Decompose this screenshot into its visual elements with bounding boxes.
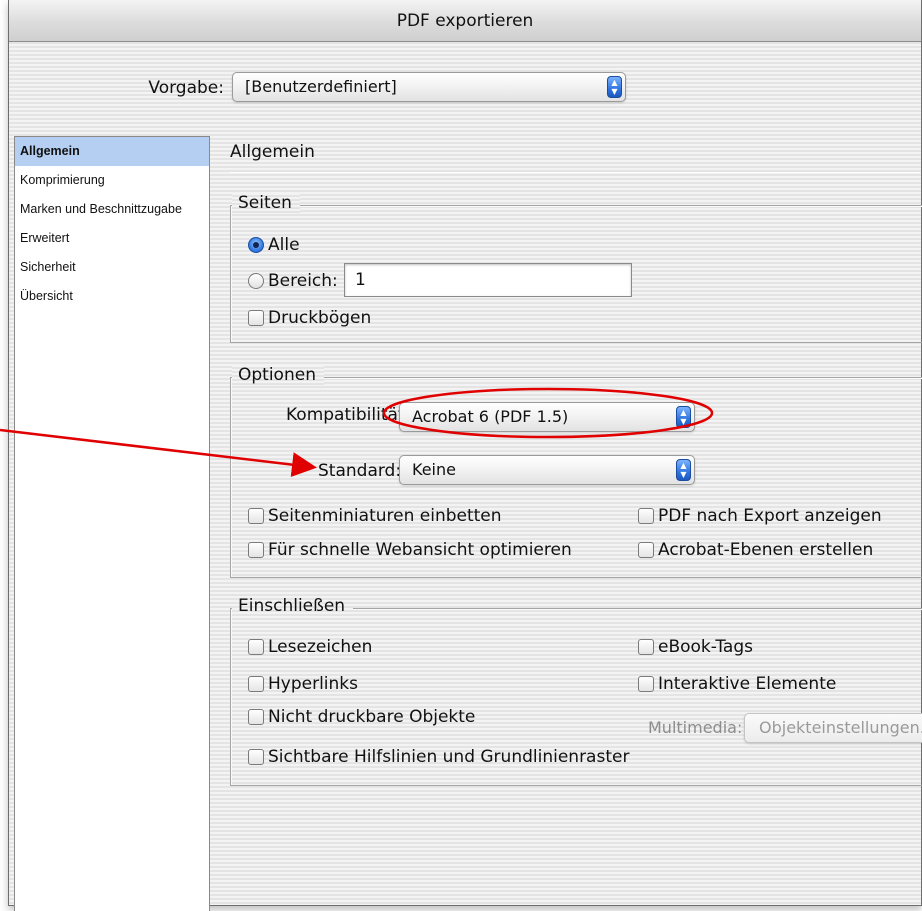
fast-web-view-checkbox[interactable]: Für schnelle Webansicht optimieren <box>248 540 572 560</box>
guides-checkbox[interactable]: Sichtbare Hilfslinien und Grundlinienras… <box>248 747 629 767</box>
sidebar-item-allgemein[interactable]: Allgemein <box>15 137 209 166</box>
ebook-tags-label: eBook-Tags <box>658 637 753 657</box>
bookmarks-label: Lesezeichen <box>268 637 373 657</box>
preset-select[interactable]: [Benutzerdefiniert] ▲ ▼ <box>232 72 626 102</box>
acrobat-layers-checkbox[interactable]: Acrobat-Ebenen erstellen <box>638 540 873 560</box>
sidebar-item-sicherheit[interactable]: Sicherheit <box>15 253 209 282</box>
fast-web-view-label: Für schnelle Webansicht optimieren <box>268 540 572 560</box>
guides-label: Sichtbare Hilfslinien und Grundlinienras… <box>268 747 630 767</box>
page-title: Allgemein <box>230 142 315 162</box>
title-divider <box>230 172 920 173</box>
sidebar-item-komprimierung[interactable]: Komprimierung <box>15 166 209 195</box>
popup-arrows-icon: ▲ ▼ <box>676 459 691 481</box>
all-pages-label: Alle <box>268 235 300 255</box>
all-pages-radio[interactable]: Alle <box>248 235 300 255</box>
hyperlinks-label: Hyperlinks <box>268 674 359 694</box>
preset-label: Vorgabe: <box>148 78 224 98</box>
non-printing-checkbox[interactable]: Nicht druckbare Objekte <box>248 707 475 727</box>
checkbox-icon <box>248 709 264 725</box>
preset-value: [Benutzerdefiniert] <box>245 77 397 96</box>
non-printing-label: Nicht druckbare Objekte <box>268 707 476 727</box>
acrobat-layers-label: Acrobat-Ebenen erstellen <box>658 540 874 560</box>
checkbox-icon <box>638 676 654 692</box>
category-sidebar: Allgemein Komprimierung Marken und Besch… <box>14 136 210 911</box>
range-input[interactable]: 1 <box>344 263 632 297</box>
spreads-label: Druckbögen <box>268 308 372 328</box>
checkbox-icon <box>248 508 264 524</box>
checkbox-icon <box>638 639 654 655</box>
sidebar-item-uebersicht[interactable]: Übersicht <box>15 282 209 311</box>
sidebar-item-erweitert[interactable]: Erweitert <box>15 224 209 253</box>
radio-icon <box>248 273 264 289</box>
checkbox-icon <box>638 542 654 558</box>
standard-value: Keine <box>412 460 456 479</box>
compatibility-label: Kompatibilität: <box>286 405 411 425</box>
multimedia-label: Multimedia: <box>648 718 743 737</box>
interactive-elements-checkbox[interactable]: Interaktive Elemente <box>638 674 836 694</box>
spreads-checkbox[interactable]: Druckbögen <box>248 308 371 328</box>
hyperlinks-checkbox[interactable]: Hyperlinks <box>248 674 358 694</box>
radio-selected-icon <box>248 237 264 253</box>
window-title: PDF exportieren <box>9 0 921 42</box>
multimedia-value: Objekteinstellungen... <box>759 718 922 737</box>
include-group-label: Einschließen <box>232 596 354 616</box>
embed-thumbnails-checkbox[interactable]: Seitenminiaturen einbetten <box>248 506 502 526</box>
options-group-label: Optionen <box>232 365 324 385</box>
range-label: Bereich: <box>268 271 338 291</box>
popup-arrows-icon: ▲ ▼ <box>607 76 622 98</box>
checkbox-icon <box>248 639 264 655</box>
ebook-tags-checkbox[interactable]: eBook-Tags <box>638 637 753 657</box>
range-radio[interactable]: Bereich: <box>248 271 338 291</box>
embed-thumbnails-label: Seitenminiaturen einbetten <box>268 506 502 526</box>
checkbox-icon <box>248 542 264 558</box>
interactive-elements-label: Interaktive Elemente <box>658 674 837 694</box>
checkbox-icon <box>248 310 264 326</box>
pages-group-label: Seiten <box>232 193 300 213</box>
bookmarks-checkbox[interactable]: Lesezeichen <box>248 637 372 657</box>
multimedia-select[interactable]: Objekteinstellungen... <box>744 713 922 743</box>
compatibility-select[interactable]: Acrobat 6 (PDF 1.5) ▲ ▼ <box>399 402 695 432</box>
standard-select[interactable]: Keine ▲ ▼ <box>399 455 695 485</box>
compatibility-value: Acrobat 6 (PDF 1.5) <box>412 407 569 426</box>
checkbox-icon <box>638 508 654 524</box>
view-after-export-label: PDF nach Export anzeigen <box>658 506 882 526</box>
view-after-export-checkbox[interactable]: PDF nach Export anzeigen <box>638 506 882 526</box>
standard-label: Standard: <box>318 461 402 481</box>
sidebar-item-marken[interactable]: Marken und Beschnittzugabe <box>15 195 209 224</box>
checkbox-icon <box>248 676 264 692</box>
popup-arrows-icon: ▲ ▼ <box>676 406 691 428</box>
checkbox-icon <box>248 749 264 765</box>
